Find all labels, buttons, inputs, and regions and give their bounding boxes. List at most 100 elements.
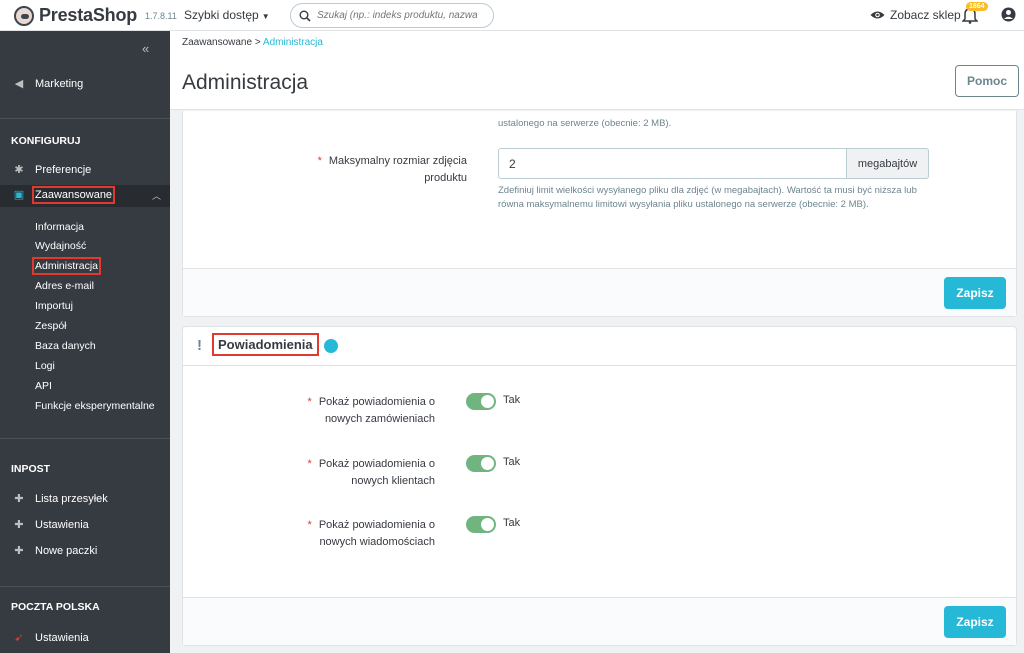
label-line-2: produktu	[424, 172, 467, 184]
info-dot-icon[interactable]	[324, 339, 338, 353]
max-image-size-help: Zdefiniuj limit wielkości wysyłanego pli…	[498, 185, 917, 210]
sidebar-item-label: Ustawienia	[35, 518, 89, 531]
eye-icon	[870, 11, 885, 19]
exclamation-icon: !	[197, 337, 202, 354]
label-line-1: Pokaż powiadomienia o	[318, 396, 435, 408]
new-messages-toggle[interactable]	[466, 516, 496, 533]
required-asterisk: *	[307, 396, 312, 408]
sidebar-item-preferences[interactable]: ✱ Preferencje	[0, 163, 170, 177]
search-box[interactable]	[290, 3, 494, 28]
sidebar-subitem-team[interactable]: Zespół	[35, 320, 67, 332]
page-title: Administracja	[182, 71, 309, 94]
toggle-state-label: Tak	[503, 394, 521, 406]
sidebar-divider	[0, 586, 170, 587]
toggle-state-label: Tak	[503, 517, 521, 529]
sidebar-item-label: Preferencje	[35, 163, 92, 176]
top-bar: PrestaShop 1.7.8.11 Szybki dostęp▼ Zobac…	[0, 0, 1024, 31]
megaphone-icon: ◀	[14, 78, 24, 90]
user-account-icon[interactable]	[1001, 7, 1016, 22]
unit-addon: megabajtów	[847, 148, 929, 179]
label-line-1: Maksymalny rozmiar zdjęcia	[328, 155, 467, 167]
sidebar-subitem-information[interactable]: Informacja	[35, 221, 84, 233]
sidebar-item-shipments-list[interactable]: ✚ Lista przesyłek	[0, 492, 170, 506]
version-label: 1.7.8.11	[145, 11, 177, 21]
sidebar-subitem-performance[interactable]: Wydajność	[35, 240, 86, 252]
new-customers-notification-label: * Pokaż powiadomienia o nowych klientach	[283, 456, 435, 490]
collapse-sidebar-icon[interactable]: «	[142, 41, 149, 56]
poczta-polska-logo-icon: ➹	[14, 632, 24, 644]
sidebar-subitem-api[interactable]: API	[35, 380, 52, 392]
sidebar-item-marketing[interactable]: ◀ Marketing	[0, 77, 170, 91]
sidebar-subitem-administration[interactable]: Administracja	[31, 257, 102, 275]
sidebar-item-label: Nowe paczki	[35, 544, 98, 557]
sidebar-item-advanced[interactable]: ▣ Zaawansowane	[0, 185, 170, 204]
new-orders-notification-label: * Pokaż powiadomienia o nowych zamówienia…	[283, 394, 435, 428]
label-line-2: nowych wiadomościach	[319, 536, 435, 548]
puzzle-icon: ✚	[14, 519, 24, 531]
sidebar-item-label: Ustawienia	[35, 631, 89, 644]
sidebar-subitem-experimental[interactable]: Funkcje eksperymentalne	[35, 400, 155, 412]
gear-icon: ✱	[14, 164, 24, 176]
panel-footer: Zapisz	[183, 268, 1016, 316]
breadcrumb-separator: >	[254, 37, 261, 48]
sidebar-subitem-import[interactable]: Importuj	[35, 300, 73, 312]
required-asterisk: *	[317, 155, 322, 167]
search-icon	[299, 10, 311, 22]
new-messages-notification-label: * Pokaż powiadomienia o nowych wiadomości…	[283, 517, 435, 551]
required-asterisk: *	[307, 458, 312, 470]
chevron-up-icon[interactable]: ︿	[152, 189, 161, 202]
label-line-1: Pokaż powiadomienia o	[318, 519, 435, 531]
brand-name: PrestaShop	[39, 5, 138, 25]
panel-header: ! Powiadomienia	[183, 327, 1016, 366]
new-customers-toggle[interactable]	[466, 455, 496, 472]
quick-access-label: Szybki dostęp	[184, 8, 259, 22]
toggle-state-label: Tak	[503, 456, 521, 468]
breadcrumb: Zaawansowane > Administracja	[182, 37, 323, 48]
breadcrumb-current[interactable]: Administracja	[263, 37, 323, 48]
caret-down-icon: ▼	[261, 12, 270, 21]
quick-access-dropdown[interactable]: Szybki dostęp ▼	[184, 8, 270, 22]
prestashop-logo[interactable]: PrestaShop	[14, 5, 137, 26]
sidebar-divider	[0, 438, 170, 439]
sidebar: « ◀ Marketing KONFIGURUJ ✱ Preferencje ▣…	[0, 31, 170, 653]
cog-box-icon: ▣	[13, 189, 25, 201]
save-button[interactable]: Zapisz	[944, 277, 1006, 309]
max-image-size-input[interactable]: 2	[498, 148, 847, 179]
prestashop-logo-icon	[14, 5, 34, 26]
new-orders-toggle[interactable]	[466, 393, 496, 410]
sidebar-heading-inpost: INPOST	[11, 463, 51, 475]
sidebar-heading-poczta-polska: POCZTA POLSKA	[11, 601, 100, 613]
sidebar-heading-configure: KONFIGURUJ	[11, 135, 81, 147]
sidebar-subitem-database[interactable]: Baza danych	[35, 340, 96, 352]
help-button[interactable]: Pomoc	[955, 65, 1019, 97]
sidebar-item-inpost-settings[interactable]: ✚ Ustawienia	[0, 518, 170, 532]
sidebar-item-label: Lista przesyłek	[35, 492, 108, 505]
search-input[interactable]	[317, 10, 477, 21]
panel-footer: Zapisz	[183, 597, 1016, 645]
label-line-2: nowych klientach	[351, 475, 435, 487]
required-asterisk: *	[307, 519, 312, 531]
label-line-1: Pokaż powiadomienia o	[318, 458, 435, 470]
sidebar-item-label: Marketing	[35, 77, 84, 90]
upload-quota-panel: ustalonego na serwerze (obecnie: 2 MB). …	[182, 111, 1017, 317]
save-button[interactable]: Zapisz	[944, 606, 1006, 638]
notification-count-badge: 1864	[966, 2, 988, 11]
sidebar-subitem-email[interactable]: Adres e-mail	[35, 280, 94, 292]
sidebar-subitem-logs[interactable]: Logi	[35, 360, 55, 372]
max-image-size-label: * Maksymalny rozmiar zdjęcia produktu	[243, 153, 467, 187]
sidebar-item-new-parcels[interactable]: ✚ Nowe paczki	[0, 544, 170, 558]
breadcrumb-parent[interactable]: Zaawansowane	[182, 37, 252, 48]
notifications-panel: ! Powiadomienia * Pokaż powiadomienia o n…	[182, 326, 1017, 646]
sidebar-divider	[0, 118, 170, 119]
sidebar-item-poczta-settings[interactable]: ➹ Ustawienia	[0, 631, 170, 645]
max-image-size-field: 2 megabajtów	[498, 148, 929, 179]
page-header: Zaawansowane > Administracja Administrac…	[170, 31, 1024, 110]
view-shop-label: Zobacz sklep	[890, 8, 961, 22]
puzzle-icon: ✚	[14, 493, 24, 505]
previous-field-help: ustalonego na serwerze (obecnie: 2 MB).	[498, 118, 672, 129]
panel-title: Powiadomienia	[212, 333, 319, 356]
view-shop-link[interactable]: Zobacz sklep	[870, 8, 961, 22]
sidebar-item-label: Zaawansowane	[31, 185, 116, 204]
puzzle-icon: ✚	[14, 545, 24, 557]
label-line-2: nowych zamówieniach	[324, 413, 435, 425]
